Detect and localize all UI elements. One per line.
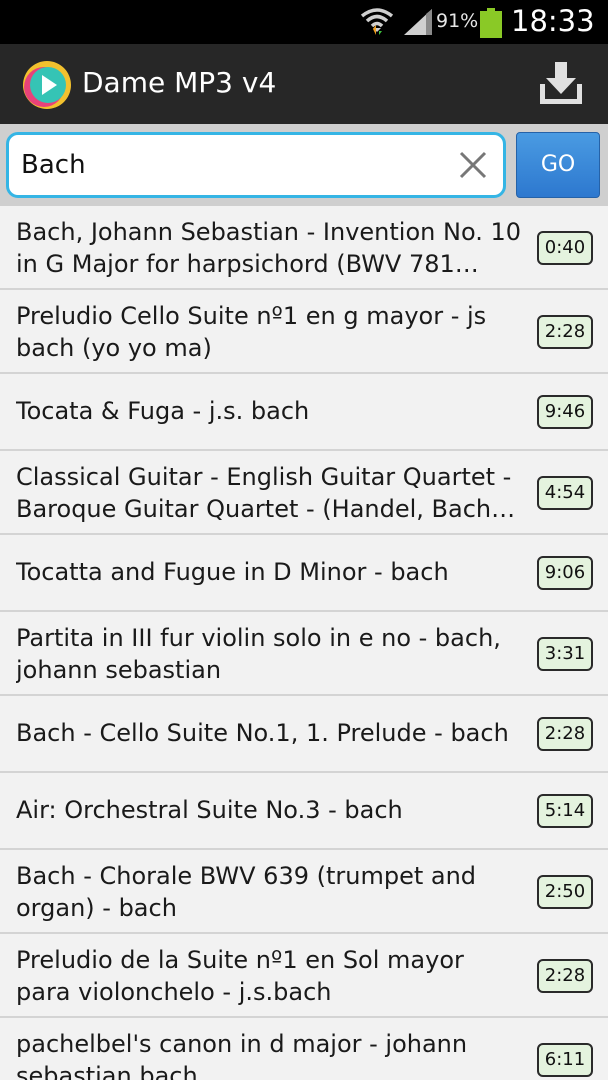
track-title: Bach - Chorale BWV 639 (trumpet and orga… — [16, 862, 477, 922]
track-title: Bach, Johann Sebastian - Invention No. 1… — [16, 218, 522, 278]
duration-badge: 9:06 — [537, 556, 593, 590]
go-button[interactable]: GO — [516, 132, 600, 198]
track-title: pachelbel's canon in d major - johann se… — [16, 1030, 468, 1080]
duration-badge: 6:11 — [537, 1043, 593, 1077]
track-title: Preludio de la Suite nº1 en Sol mayor pa… — [16, 946, 464, 1006]
duration-badge: 9:46 — [537, 395, 593, 429]
duration-badge: 2:28 — [537, 959, 593, 993]
list-item[interactable]: Tocatta and Fugue in D Minor - bach 9:06 — [0, 535, 608, 612]
app-logo-icon — [23, 61, 71, 109]
duration-badge: 5:14 — [537, 794, 593, 828]
track-title: Preludio Cello Suite nº1 en g mayor - js… — [16, 302, 487, 362]
wifi-icon — [360, 8, 394, 35]
app-bar: Dame MP3 v4 — [0, 44, 608, 124]
duration-badge: 2:28 — [537, 315, 593, 349]
list-item[interactable]: Bach - Cello Suite No.1, 1. Prelude - ba… — [0, 696, 608, 773]
track-title: Tocatta and Fugue in D Minor - bach — [16, 558, 449, 586]
list-item[interactable]: Preludio Cello Suite nº1 en g mayor - js… — [0, 290, 608, 374]
duration-badge: 4:54 — [537, 476, 593, 510]
list-item[interactable]: Preludio de la Suite nº1 en Sol mayor pa… — [0, 934, 608, 1018]
battery-icon — [480, 8, 502, 38]
results-list: Bach, Johann Sebastian - Invention No. 1… — [0, 206, 608, 1080]
list-item[interactable]: Bach - Chorale BWV 639 (trumpet and orga… — [0, 850, 608, 934]
search-box[interactable] — [6, 132, 506, 198]
track-title: Air: Orchestral Suite No.3 - bach — [16, 796, 403, 824]
list-item[interactable]: Partita in III fur violin solo in e no -… — [0, 612, 608, 696]
app-title: Dame MP3 v4 — [82, 66, 277, 99]
battery-percent: 91% — [436, 10, 479, 32]
download-icon[interactable] — [538, 60, 584, 106]
list-item[interactable]: Bach, Johann Sebastian - Invention No. 1… — [0, 206, 608, 290]
list-item[interactable]: pachelbel's canon in d major - johann se… — [0, 1018, 608, 1080]
duration-badge: 2:50 — [537, 875, 593, 909]
duration-badge: 2:28 — [537, 717, 593, 751]
search-bar: GO — [0, 124, 608, 206]
list-item[interactable]: Tocata & Fuga - j.s. bach 9:46 — [0, 374, 608, 451]
track-title: Bach - Cello Suite No.1, 1. Prelude - ba… — [16, 719, 509, 747]
duration-badge: 0:40 — [537, 231, 593, 265]
search-input[interactable] — [21, 147, 441, 183]
signal-icon — [404, 9, 432, 35]
track-title: Tocata & Fuga - j.s. bach — [16, 397, 310, 425]
track-title: Classical Guitar - English Guitar Quarte… — [16, 463, 516, 523]
list-item[interactable]: Classical Guitar - English Guitar Quarte… — [0, 451, 608, 535]
clock: 18:33 — [511, 4, 595, 38]
clear-icon[interactable] — [457, 149, 489, 181]
list-item[interactable]: Air: Orchestral Suite No.3 - bach 5:14 — [0, 773, 608, 850]
duration-badge: 3:31 — [537, 637, 593, 671]
status-bar: 91% 18:33 — [0, 0, 608, 44]
track-title: Partita in III fur violin solo in e no -… — [16, 624, 501, 684]
